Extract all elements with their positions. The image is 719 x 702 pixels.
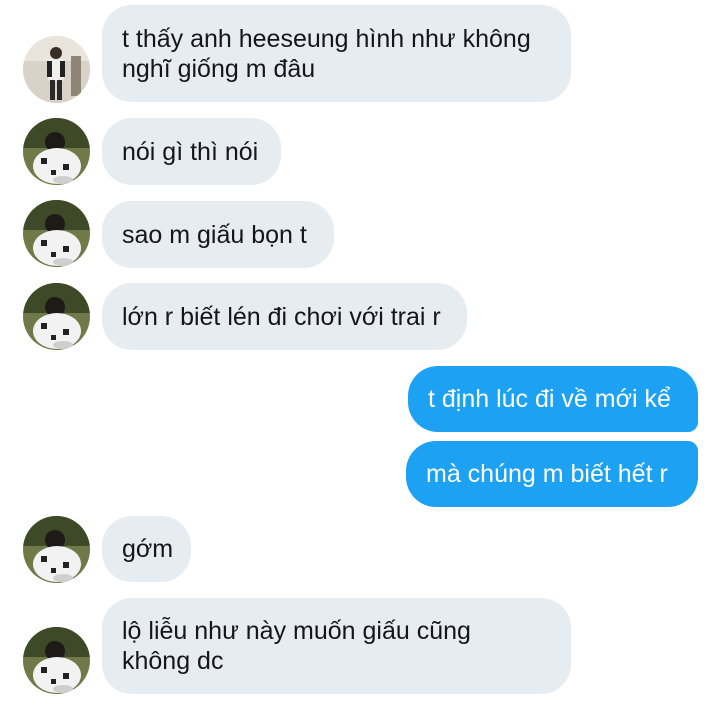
message-bubble-outgoing[interactable]: mà chúng m biết hết r bbox=[406, 441, 698, 507]
message-bubble-incoming[interactable]: t thấy anh heeseung hình như không nghĩ … bbox=[102, 5, 571, 102]
message-bubble-incoming[interactable]: lớn r biết lén đi chơi với trai r bbox=[102, 283, 467, 350]
avatar-sitting-image bbox=[23, 283, 90, 350]
avatar-sitting[interactable] bbox=[23, 627, 90, 694]
avatar-sitting-image bbox=[23, 516, 90, 583]
message-text: t thấy anh heeseung hình như không nghĩ … bbox=[122, 24, 531, 83]
message-bubble-incoming[interactable]: nói gì thì nói bbox=[102, 118, 281, 185]
message-bubble-incoming[interactable]: lộ liễu như này muốn giấu cũng không dc bbox=[102, 598, 571, 694]
message-text: sao m giấu bọn t bbox=[122, 220, 307, 249]
avatar-standing[interactable] bbox=[23, 36, 90, 103]
avatar-sitting-image bbox=[23, 627, 90, 694]
message-text: lộ liễu như này muốn giấu cũng không dc bbox=[122, 617, 471, 675]
message-text: nói gì thì nói bbox=[122, 137, 259, 166]
message-text: gớm bbox=[122, 535, 174, 563]
message-text: mà chúng m biết hết r bbox=[426, 460, 668, 488]
avatar-sitting[interactable] bbox=[23, 283, 90, 350]
avatar-sitting[interactable] bbox=[23, 516, 90, 583]
avatar-sitting[interactable] bbox=[23, 118, 90, 185]
message-text: lớn r biết lén đi chơi với trai r bbox=[122, 302, 441, 331]
message-bubble-incoming[interactable]: gớm bbox=[102, 516, 191, 582]
avatar-sitting-image bbox=[23, 118, 90, 185]
avatar-sitting[interactable] bbox=[23, 200, 90, 267]
avatar-standing-image bbox=[23, 36, 90, 103]
avatar-sitting-image bbox=[23, 200, 90, 267]
message-bubble-incoming[interactable]: sao m giấu bọn t bbox=[102, 201, 334, 268]
message-text: t định lúc đi về mới kể bbox=[428, 385, 671, 413]
message-bubble-outgoing[interactable]: t định lúc đi về mới kể bbox=[408, 366, 698, 432]
